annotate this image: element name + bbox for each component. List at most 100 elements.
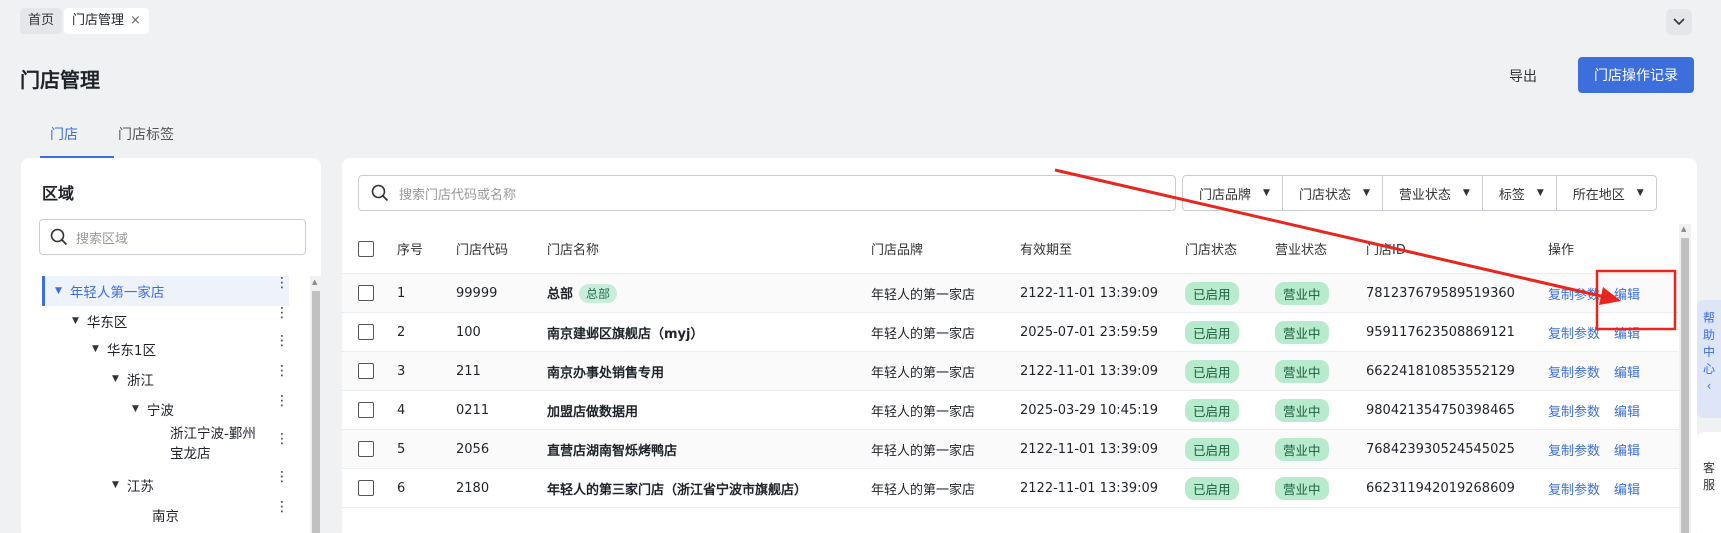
- chevron-left-icon: ‹: [1706, 379, 1712, 393]
- caret-down-icon[interactable]: ▼: [55, 286, 62, 296]
- caret-down-icon[interactable]: ▼: [132, 404, 139, 414]
- tree-node-label-line2: 宝龙店: [170, 446, 211, 462]
- table-row[interactable]: 3 211 南京办事处销售专用 年轻人的第一家店 2122-11-01 13:39:09…: [342, 352, 1679, 391]
- store-brand: 年轻人的第一家店: [871, 365, 976, 381]
- store-status-badge: 已启用: [1185, 398, 1239, 422]
- caret-down-icon[interactable]: ▼: [112, 374, 119, 384]
- more-vertical-icon[interactable]: ⋮: [275, 364, 289, 378]
- scrollbar-thumb[interactable]: [312, 291, 320, 533]
- row-no: 3: [397, 363, 406, 379]
- close-icon[interactable]: ×: [130, 13, 141, 28]
- copy-params-link[interactable]: 复制参数: [1548, 440, 1600, 459]
- region-title: 区域: [42, 184, 75, 203]
- more-vertical-icon[interactable]: ⋮: [275, 334, 289, 348]
- tree-node-label: 华东区: [86, 315, 128, 331]
- tree-node-label-line1: 浙江宁波-鄞州: [170, 426, 256, 442]
- edit-link[interactable]: 编辑: [1614, 401, 1640, 420]
- more-vertical-icon[interactable]: ⋮: [275, 276, 289, 290]
- content-tabs: 门店 门店标签: [20, 108, 320, 159]
- scrollbar-thumb[interactable]: [1681, 238, 1689, 533]
- copy-params-link[interactable]: 复制参数: [1548, 479, 1600, 498]
- table-scrollbar[interactable]: ▲: [1679, 224, 1691, 533]
- filter-brand[interactable]: 门店品牌 ▼: [1183, 176, 1283, 210]
- tree-node[interactable]: ▼ 浙江 ⋮: [42, 364, 289, 394]
- row-checkbox[interactable]: [358, 285, 374, 301]
- edit-link[interactable]: 编辑: [1614, 284, 1640, 303]
- filter-tag[interactable]: 标签 ▼: [1483, 176, 1557, 210]
- tree-node[interactable]: ▼ 年轻人第一家店 ⋮: [42, 276, 289, 306]
- select-all-checkbox[interactable]: [358, 240, 374, 257]
- store-name-text: 直营店湖南智烁烤鸭店: [547, 443, 678, 459]
- more-vertical-icon[interactable]: ⋮: [275, 470, 289, 484]
- help-center-tab[interactable]: 帮 助 中 心 ‹: [1697, 300, 1721, 418]
- customer-service-tab[interactable]: 客 服: [1697, 432, 1721, 533]
- store-code: 99999: [456, 285, 498, 301]
- filter-business-status[interactable]: 营业状态 ▼: [1383, 176, 1483, 210]
- caret-down-icon[interactable]: ▼: [92, 344, 99, 354]
- filter-label: 门店品牌: [1199, 187, 1252, 203]
- row-no: 5: [397, 441, 406, 457]
- filter-label: 标签: [1498, 187, 1525, 203]
- col-header: 门店名称: [547, 243, 600, 258]
- chevron-down-icon[interactable]: [1666, 9, 1692, 35]
- row-checkbox[interactable]: [358, 441, 374, 457]
- tab-store-management[interactable]: 门店管理 ×: [64, 8, 149, 34]
- scroll-up-icon[interactable]: ▲: [312, 278, 317, 286]
- tree-scrollbar[interactable]: ▲: [310, 276, 322, 533]
- scroll-up-icon[interactable]: ▲: [1681, 225, 1686, 233]
- caret-down-icon[interactable]: ▼: [72, 316, 79, 326]
- row-checkbox[interactable]: [358, 324, 374, 340]
- store-code: 2056: [456, 441, 490, 457]
- row-checkbox[interactable]: [358, 480, 374, 496]
- filter-region[interactable]: 所在地区 ▼: [1557, 176, 1656, 210]
- tab-store[interactable]: 门店: [50, 124, 78, 144]
- table-row[interactable]: 5 2056 直营店湖南智烁烤鸭店 年轻人的第一家店 2122-11-01 13:39:…: [342, 430, 1679, 469]
- store-search-input[interactable]: 搜索门店代码或名称: [358, 175, 1176, 211]
- more-vertical-icon[interactable]: ⋮: [275, 394, 289, 408]
- caret-down-icon[interactable]: ▼: [112, 480, 119, 490]
- tree-node[interactable]: 浙江宁波-鄞州 宝龙店 ⋮: [42, 424, 289, 466]
- store-name: 总部 总部: [547, 283, 618, 303]
- filter-store-status[interactable]: 门店状态 ▼: [1283, 176, 1383, 210]
- more-vertical-icon[interactable]: ⋮: [275, 432, 289, 446]
- tree-node[interactable]: ▼ 江苏 ⋮: [42, 470, 289, 500]
- tree-node[interactable]: ▼ 宁波 ⋮: [42, 394, 289, 424]
- store-log-button[interactable]: 门店操作记录: [1578, 57, 1694, 93]
- region-panel: 区域 搜索区域 ▼ 年轻人第一家店 ⋮ ▼ 华东区 ⋮ ▼ 华东1区 ⋮ ▼ 浙…: [21, 158, 322, 533]
- col-header: 序号: [397, 243, 424, 258]
- tree-node[interactable]: ▼ 华东区 ⋮: [42, 306, 289, 336]
- more-vertical-icon[interactable]: ⋮: [275, 306, 289, 320]
- row-checkbox[interactable]: [358, 363, 374, 379]
- table-row[interactable]: 4 0211 加盟店做数据用 年轻人的第一家店 2025-03-29 10:45:19 已…: [342, 391, 1679, 430]
- row-checkbox[interactable]: [358, 402, 374, 418]
- edit-link[interactable]: 编辑: [1614, 440, 1640, 459]
- region-search-input[interactable]: 搜索区域: [39, 219, 306, 255]
- table-row[interactable]: 1 99999 总部 总部 年轻人的第一家店 2122-11-01 13:39:09 已启用…: [342, 274, 1679, 313]
- copy-params-link[interactable]: 复制参数: [1548, 323, 1600, 342]
- copy-params-link[interactable]: 复制参数: [1548, 401, 1600, 420]
- tree-node[interactable]: 南京 ⋮: [42, 500, 289, 530]
- business-status-badge: 营业中: [1275, 359, 1329, 383]
- export-button[interactable]: 导出: [1509, 66, 1537, 86]
- tree-node[interactable]: ▼ 华东1区 ⋮: [42, 334, 289, 364]
- edit-link[interactable]: 编辑: [1614, 362, 1640, 381]
- store-brand: 年轻人的第一家店: [871, 482, 976, 498]
- table-row[interactable]: 6 2180 年轻人的第三家门店（浙江省宁波市旗舰店） 年轻人的第一家店 2122-11…: [342, 469, 1679, 508]
- store-code: 0211: [456, 402, 490, 418]
- edit-link[interactable]: 编辑: [1614, 323, 1640, 342]
- row-no: 4: [397, 402, 406, 418]
- store-name-text: 南京建邺区旗舰店（myj）: [547, 326, 704, 342]
- tab-home[interactable]: 首页: [20, 8, 63, 34]
- copy-params-link[interactable]: 复制参数: [1548, 362, 1600, 381]
- store-code: 211: [456, 363, 481, 379]
- copy-params-link[interactable]: 复制参数: [1548, 284, 1600, 303]
- store-status-badge: 已启用: [1185, 359, 1239, 383]
- help-char: 帮: [1702, 311, 1715, 325]
- store-name: 年轻人的第三家门店（浙江省宁波市旗舰店）: [547, 479, 807, 498]
- edit-link[interactable]: 编辑: [1614, 479, 1640, 498]
- table-row[interactable]: 2 100 南京建邺区旗舰店（myj） 年轻人的第一家店 2025-07-01 23:5…: [342, 313, 1679, 352]
- tab-store-tag[interactable]: 门店标签: [118, 124, 174, 144]
- store-name: 直营店湖南智烁烤鸭店: [547, 440, 677, 459]
- tree-node-label: 华东1区: [106, 343, 157, 359]
- more-vertical-icon[interactable]: ⋮: [275, 500, 289, 514]
